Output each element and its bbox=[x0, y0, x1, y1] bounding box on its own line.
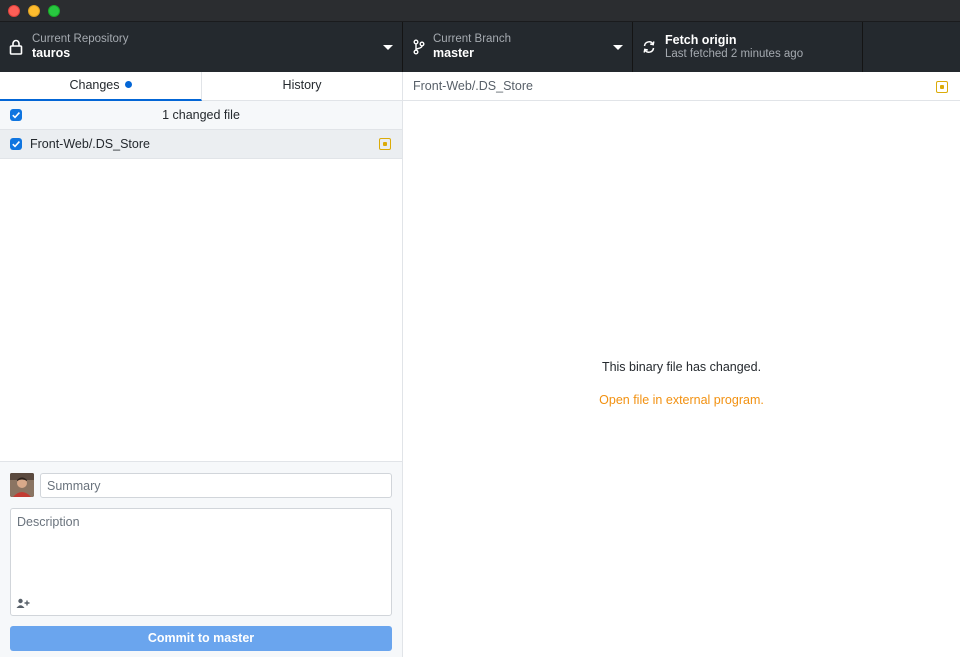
fetch-origin-button[interactable]: Fetch origin Last fetched 2 minutes ago bbox=[633, 22, 863, 72]
lock-icon bbox=[9, 39, 23, 55]
diff-view: Front-Web/.DS_Store This binary file has… bbox=[403, 72, 960, 657]
binary-file-message: This binary file has changed. bbox=[601, 360, 762, 374]
minimize-window-button[interactable] bbox=[28, 5, 40, 17]
open-external-link[interactable]: Open file in external program. bbox=[403, 393, 960, 407]
avatar bbox=[10, 473, 34, 497]
file-list-item[interactable]: Front-Web/.DS_Store bbox=[0, 130, 402, 159]
repository-name: tauros bbox=[32, 46, 71, 60]
diff-header: Front-Web/.DS_Store bbox=[403, 72, 960, 101]
fetch-description: Last fetched 2 minutes ago bbox=[665, 48, 804, 60]
changed-files-count: 1 changed file bbox=[162, 108, 240, 122]
current-branch-dropdown[interactable]: Current Branch master bbox=[403, 22, 633, 72]
description-textarea[interactable] bbox=[11, 509, 391, 593]
close-window-button[interactable] bbox=[8, 5, 20, 17]
tab-changes-label: Changes bbox=[69, 78, 120, 92]
branch-description: Current Branch bbox=[433, 33, 511, 45]
file-path: Front-Web/.DS_Store bbox=[30, 137, 150, 151]
changed-files-header: 1 changed file bbox=[0, 101, 402, 130]
chevron-down-icon bbox=[383, 45, 393, 50]
repository-description: Current Repository bbox=[32, 33, 129, 45]
user-avatar-image bbox=[10, 473, 34, 497]
maximize-window-button[interactable] bbox=[48, 5, 60, 17]
changes-sidebar: Changes History 1 changed file Front-Web… bbox=[0, 72, 403, 657]
file-include-checkbox[interactable] bbox=[10, 138, 22, 150]
toolbar: Current Repository tauros Current Branch… bbox=[0, 22, 960, 72]
git-branch-icon bbox=[413, 39, 425, 55]
summary-input[interactable] bbox=[40, 473, 392, 498]
sync-icon bbox=[643, 41, 655, 53]
branch-name: master bbox=[433, 46, 474, 60]
tab-history-label: History bbox=[282, 78, 322, 92]
check-icon bbox=[12, 141, 20, 148]
commit-button-branch: master bbox=[213, 631, 255, 645]
fetch-title: Fetch origin bbox=[665, 33, 737, 47]
tab-bar: Changes History bbox=[0, 72, 402, 101]
description-field bbox=[10, 508, 392, 616]
commit-button-prefix: Commit to bbox=[147, 631, 214, 645]
tab-changes[interactable]: Changes bbox=[0, 72, 202, 101]
title-bar bbox=[0, 0, 960, 22]
commit-message-area: Commit to master bbox=[0, 461, 402, 657]
add-coauthor-icon[interactable] bbox=[16, 598, 30, 608]
diff-file-path: Front-Web/.DS_Store bbox=[413, 79, 533, 93]
commit-button[interactable]: Commit to master bbox=[10, 626, 392, 651]
current-repository-dropdown[interactable]: Current Repository tauros bbox=[0, 22, 403, 72]
modified-status-icon bbox=[379, 138, 391, 150]
modified-status-icon bbox=[936, 81, 948, 93]
chevron-down-icon bbox=[613, 45, 623, 50]
tab-history[interactable]: History bbox=[202, 72, 402, 101]
changes-indicator-dot bbox=[124, 81, 132, 88]
